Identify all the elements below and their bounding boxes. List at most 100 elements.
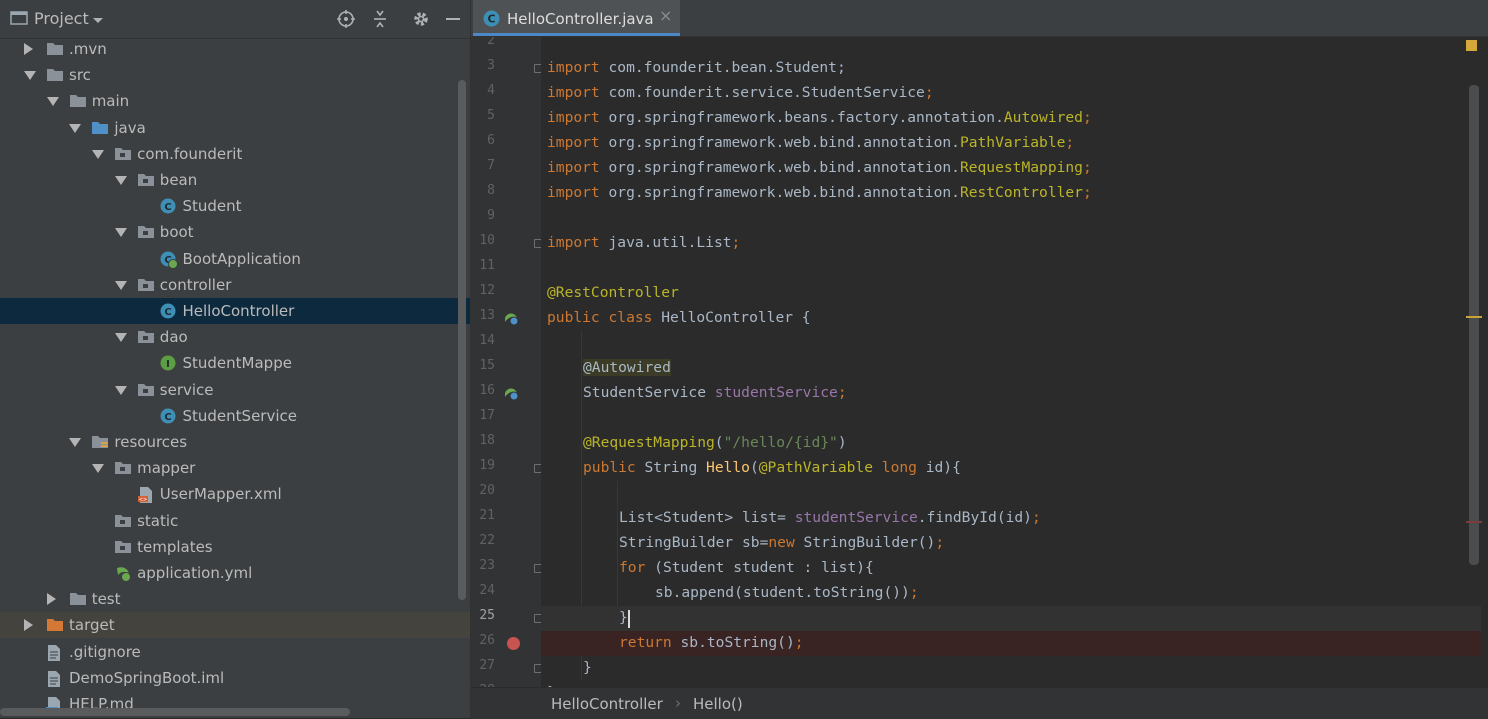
expand-arrow-icon[interactable] (46, 97, 59, 107)
code-text-area[interactable]: import com.founderit.bean.Student; import… (541, 37, 1481, 687)
fold-marker-icon[interactable] (534, 664, 541, 673)
tree-item[interactable]: C BootApplication (0, 246, 470, 272)
locate-file-icon[interactable] (336, 9, 356, 29)
code-line[interactable]: @RequestMapping("/hello/{id}") (541, 431, 1481, 456)
code-line[interactable]: import org.springframework.web.bind.anno… (541, 181, 1481, 206)
code-line[interactable]: import com.founderit.bean.Student; (541, 56, 1481, 81)
tree-item[interactable]: service (0, 377, 470, 403)
gutter-line[interactable]: 16 (471, 381, 541, 406)
tree-item[interactable]: I StudentMappe (0, 350, 470, 376)
tree-item[interactable]: C StudentService (0, 403, 470, 429)
expand-arrow-icon[interactable] (69, 123, 82, 133)
tree-item[interactable]: .mvn (0, 36, 470, 62)
tree-item[interactable]: application.yml (0, 560, 470, 586)
tree-item[interactable]: src (0, 62, 470, 88)
gutter-line[interactable]: 5 (471, 106, 541, 131)
gutter-line[interactable]: 15 (471, 356, 541, 381)
gutter-line[interactable]: 13 (471, 306, 541, 331)
tree-vertical-scrollbar[interactable] (458, 80, 466, 600)
code-line[interactable]: public class HelloController { (541, 306, 1481, 331)
error-stripe-marker[interactable] (1466, 316, 1482, 318)
code-line[interactable]: } (541, 606, 1481, 631)
code-line[interactable]: import com.founderit.service.StudentServ… (541, 81, 1481, 106)
breadcrumb-method[interactable]: Hello() (693, 695, 743, 713)
gutter-line[interactable]: 6 (471, 131, 541, 156)
tree-item[interactable]: <> UserMapper.xml (0, 481, 470, 507)
tree-item[interactable]: C Student (0, 193, 470, 219)
inspection-status-icon[interactable] (1466, 40, 1477, 51)
gutter-line[interactable]: 21 (471, 506, 541, 531)
collapse-arrow-icon[interactable] (46, 593, 56, 606)
expand-arrow-icon[interactable] (114, 176, 127, 185)
code-line[interactable]: @RestController (541, 281, 1481, 306)
code-line[interactable]: List<Student> list= studentService.findB… (541, 506, 1481, 531)
code-line[interactable] (541, 406, 1481, 431)
gutter-line[interactable]: 19 (471, 456, 541, 481)
code-line[interactable]: } (541, 681, 1481, 687)
code-line[interactable]: StringBuilder sb=new StringBuilder(); (541, 531, 1481, 556)
gutter-line[interactable]: 12 (471, 281, 541, 306)
breadcrumb-class[interactable]: HelloController (551, 695, 663, 713)
gutter-line[interactable]: 2 (471, 37, 541, 56)
fold-marker-icon[interactable] (534, 614, 541, 623)
expand-arrow-icon[interactable] (114, 385, 127, 395)
gutter-line[interactable]: 17 (471, 406, 541, 431)
code-line[interactable]: } (541, 656, 1481, 681)
gutter-line[interactable]: 4 (471, 81, 541, 106)
fold-marker-icon[interactable] (534, 464, 541, 473)
expand-arrow-icon[interactable] (92, 149, 105, 159)
code-line[interactable]: import org.springframework.web.bind.anno… (541, 156, 1481, 181)
gutter-line[interactable]: 27 (471, 656, 541, 681)
gutter-line[interactable]: 20 (471, 481, 541, 506)
code-line[interactable]: for (Student student : list){ (541, 556, 1481, 581)
spring-bean-icon[interactable] (503, 310, 519, 330)
collapse-all-icon[interactable] (370, 9, 390, 29)
tree-item[interactable]: bean (0, 167, 470, 193)
tree-item[interactable]: boot (0, 219, 470, 245)
gutter-line[interactable]: 7 (471, 156, 541, 181)
code-line[interactable]: import org.springframework.web.bind.anno… (541, 131, 1481, 156)
expand-arrow-icon[interactable] (114, 333, 127, 343)
expand-arrow-icon[interactable] (69, 438, 82, 447)
tree-item[interactable]: DemoSpringBoot.iml (0, 665, 470, 691)
fold-marker-icon[interactable] (534, 564, 541, 573)
gutter-line[interactable]: 10 (471, 231, 541, 256)
fold-marker-icon[interactable] (534, 64, 541, 73)
code-line[interactable]: @Autowired (541, 356, 1481, 381)
code-line[interactable]: return sb.toString(); (541, 631, 1481, 656)
line-number-gutter[interactable]: 2 3 4 5 6 7 8 9 10 11 12 13 14 15 16 17 18 19 20 21 22 23 24 25… (471, 37, 541, 687)
code-line[interactable] (541, 37, 1481, 56)
tree-item[interactable]: dao (0, 324, 470, 350)
gutter-line[interactable]: 26 (471, 631, 541, 656)
gutter-line[interactable]: 25 (471, 606, 541, 631)
code-line[interactable]: sb.append(student.toString()); (541, 581, 1481, 606)
tree-item[interactable]: static (0, 508, 470, 534)
tree-item[interactable]: java (0, 115, 470, 141)
chevron-down-icon[interactable] (92, 12, 112, 32)
project-view-selector[interactable]: Project (34, 9, 89, 28)
tree-item[interactable]: .gitignore (0, 639, 470, 665)
tree-item[interactable]: resources (0, 429, 470, 455)
code-line[interactable]: import java.util.List; (541, 231, 1481, 256)
project-window-icon[interactable] (10, 9, 30, 29)
minimize-icon[interactable] (444, 9, 464, 29)
code-line[interactable] (541, 481, 1481, 506)
expand-arrow-icon[interactable] (24, 71, 36, 81)
code-line[interactable] (541, 331, 1481, 356)
tree-item[interactable]: controller (0, 272, 470, 298)
gear-icon[interactable] (411, 9, 431, 29)
gutter-line[interactable]: 8 (471, 181, 541, 206)
gutter-line[interactable]: 14 (471, 331, 541, 356)
gutter-line[interactable]: 24 (471, 581, 541, 606)
editor-vertical-scrollbar[interactable] (1469, 85, 1479, 565)
tree-item[interactable]: main (0, 88, 470, 114)
collapse-arrow-icon[interactable] (24, 619, 33, 632)
tree-item[interactable]: C HelloController (0, 298, 470, 324)
tree-item[interactable]: mapper (0, 455, 470, 481)
code-line[interactable] (541, 256, 1481, 281)
tree-horizontal-scrollbar[interactable] (0, 708, 350, 716)
code-line[interactable] (541, 206, 1481, 231)
gutter-line[interactable]: 3 (471, 56, 541, 81)
gutter-line[interactable]: 23 (471, 556, 541, 581)
gutter-line[interactable]: 11 (471, 256, 541, 281)
